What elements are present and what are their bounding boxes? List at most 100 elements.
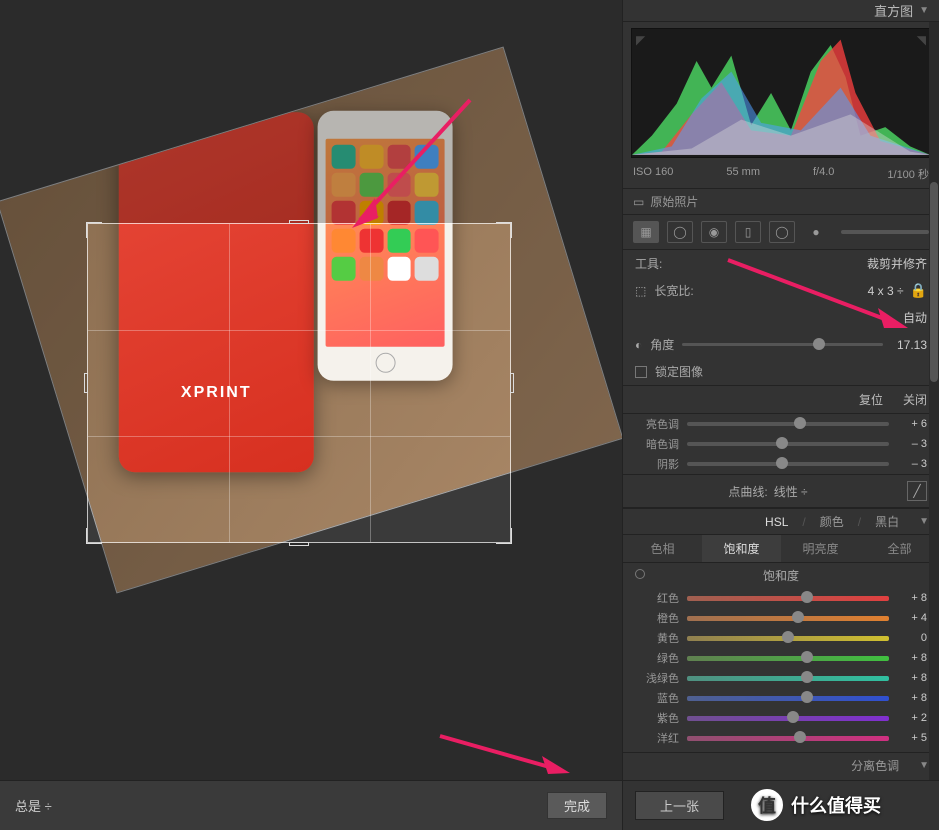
right-panel: 直方图▼ ◤ ◥ ISO 160 55 mm f/4.0 1/100 秒 ▭原始… [622, 0, 939, 830]
checkbox-icon[interactable] [635, 366, 647, 378]
canvas-area: XPRINT [0, 0, 622, 780]
original-photo-row[interactable]: ▭原始照片 [623, 188, 939, 215]
panel-scrollbar[interactable] [929, 22, 939, 780]
angle-label: 角度 [650, 336, 674, 353]
spot-tool-icon[interactable]: ◯ [667, 221, 693, 243]
color-link[interactable]: 颜色 [820, 513, 844, 530]
crop-handle-l[interactable] [84, 373, 88, 393]
crop-icon: ⬚ [635, 284, 646, 298]
shadows-value: – 3 [897, 458, 927, 470]
sat-slider-6[interactable] [687, 716, 889, 721]
grad-tool-icon[interactable]: ▯ [735, 221, 761, 243]
sat-row-0: 红色+ 8 [623, 588, 939, 608]
lock-icon[interactable]: 🔒 [910, 282, 927, 299]
angle-row: ◐ 角度 17.13 [623, 331, 939, 358]
sat-slider-1[interactable] [687, 616, 889, 621]
crop-handle-tr[interactable] [496, 222, 512, 238]
histogram-title: 直方图 [874, 1, 913, 20]
aspect-label: 长宽比: [654, 282, 693, 299]
sat-row-6: 紫色+ 2 [623, 708, 939, 728]
sat-value: + 8 [897, 652, 927, 664]
darks-row: 暗色调 – 3 [623, 434, 939, 454]
sat-row-4: 浅绿色+ 8 [623, 668, 939, 688]
crop-handle-t[interactable] [289, 220, 309, 224]
crop-handle-tl[interactable] [86, 222, 102, 238]
angle-icon: ◐ [635, 338, 642, 352]
highlights-label: 亮色调 [635, 416, 679, 432]
tab-all[interactable]: 全部 [860, 535, 939, 562]
reset-button[interactable]: 复位 [859, 391, 883, 408]
sat-name: 紫色 [635, 710, 679, 726]
always-dropdown[interactable]: 总是 ÷ [15, 796, 52, 815]
tool-size-slider[interactable] [841, 230, 929, 234]
tab-hue[interactable]: 色相 [623, 535, 702, 562]
sat-value: + 8 [897, 592, 927, 604]
target-adjust-icon[interactable] [635, 569, 645, 579]
auto-row[interactable]: 自动 [623, 304, 939, 331]
close-button[interactable]: 关闭 [903, 391, 927, 408]
bottom-toolbar: 总是 ÷ 完成 [0, 780, 622, 830]
sat-name: 浅绿色 [635, 670, 679, 686]
sat-slider-4[interactable] [687, 676, 889, 681]
chevron-down-icon: ▼ [919, 760, 929, 771]
prev-button[interactable]: 上一张 [635, 791, 724, 820]
watermark-badge: 值 [749, 787, 785, 823]
tool-name-row: 工具: 裁剪并修齐 [623, 250, 939, 277]
crop-handle-br[interactable] [496, 528, 512, 544]
hsl-link[interactable]: HSL [765, 515, 788, 529]
auto-button[interactable]: 自动 [903, 309, 927, 326]
sat-slider-5[interactable] [687, 696, 889, 701]
tool-label: 工具: [635, 255, 662, 272]
histogram-header[interactable]: 直方图▼ [623, 0, 939, 22]
highlights-slider[interactable] [687, 422, 889, 426]
highlights-row: 亮色调 + 6 [623, 414, 939, 434]
curve-edit-icon[interactable]: ╱ [907, 481, 927, 501]
saturation-channels: 红色+ 8橙色+ 4黄色0绿色+ 8浅绿色+ 8蓝色+ 8紫色+ 2洋红+ 5 [623, 588, 939, 748]
crop-handle-bl[interactable] [86, 528, 102, 544]
chevron-down-icon: ▼ [919, 516, 929, 527]
tab-saturation[interactable]: 饱和度 [702, 535, 781, 562]
annotation-arrow-3 [430, 726, 580, 780]
curve-row: 点曲线: 线性 ÷ ╱ [623, 474, 939, 508]
sat-slider-3[interactable] [687, 656, 889, 661]
sat-slider-7[interactable] [687, 736, 889, 741]
sat-row-5: 蓝色+ 8 [623, 688, 939, 708]
aspect-value[interactable]: 4 x 3 ÷ [868, 284, 904, 298]
tab-luminance[interactable]: 明亮度 [781, 535, 860, 562]
sat-row-1: 橙色+ 4 [623, 608, 939, 628]
sat-value: + 4 [897, 612, 927, 624]
shadows-slider[interactable] [687, 462, 889, 466]
crop-handle-r[interactable] [510, 373, 514, 393]
crop-tool-icon[interactable]: ▦ [633, 221, 659, 243]
photo-wrap[interactable]: XPRINT [15, 85, 615, 705]
histogram-meta: ISO 160 55 mm f/4.0 1/100 秒 [623, 164, 939, 188]
sat-slider-0[interactable] [687, 596, 889, 601]
lock-image-row[interactable]: 锁定图像 [623, 358, 939, 385]
original-photo-label: 原始照片 [650, 193, 698, 210]
done-button[interactable]: 完成 [547, 792, 607, 819]
aspect-row[interactable]: ⬚ 长宽比: 4 x 3 ÷ 🔒 [623, 277, 939, 304]
darks-slider[interactable] [687, 442, 889, 446]
darks-label: 暗色调 [635, 436, 679, 452]
angle-slider[interactable] [682, 343, 883, 346]
redeye-tool-icon[interactable]: ◉ [701, 221, 727, 243]
bw-link[interactable]: 黑白 [875, 513, 899, 530]
crop-handle-b[interactable] [289, 542, 309, 546]
histogram[interactable]: ◤ ◥ [631, 28, 931, 158]
split-tone-header[interactable]: 分离色调 ▼ [623, 752, 939, 778]
sat-name: 黄色 [635, 630, 679, 646]
brush-tool-icon[interactable]: ● [803, 221, 829, 243]
scroll-thumb[interactable] [930, 182, 938, 382]
radial-tool-icon[interactable]: ◯ [769, 221, 795, 243]
curve-value[interactable]: 线性 ÷ [774, 483, 808, 500]
meta-aperture: f/4.0 [813, 166, 834, 182]
crop-overlay[interactable] [87, 223, 511, 543]
crop-panel-footer: 复位 关闭 [623, 385, 939, 414]
hsl-tabs: 色相 饱和度 明亮度 全部 [623, 534, 939, 563]
meta-iso: ISO 160 [633, 166, 673, 182]
sat-slider-2[interactable] [687, 636, 889, 641]
curve-label: 点曲线: [728, 483, 767, 500]
sat-value: + 8 [897, 692, 927, 704]
sat-row-7: 洋红+ 5 [623, 728, 939, 748]
highlights-value: + 6 [897, 418, 927, 430]
